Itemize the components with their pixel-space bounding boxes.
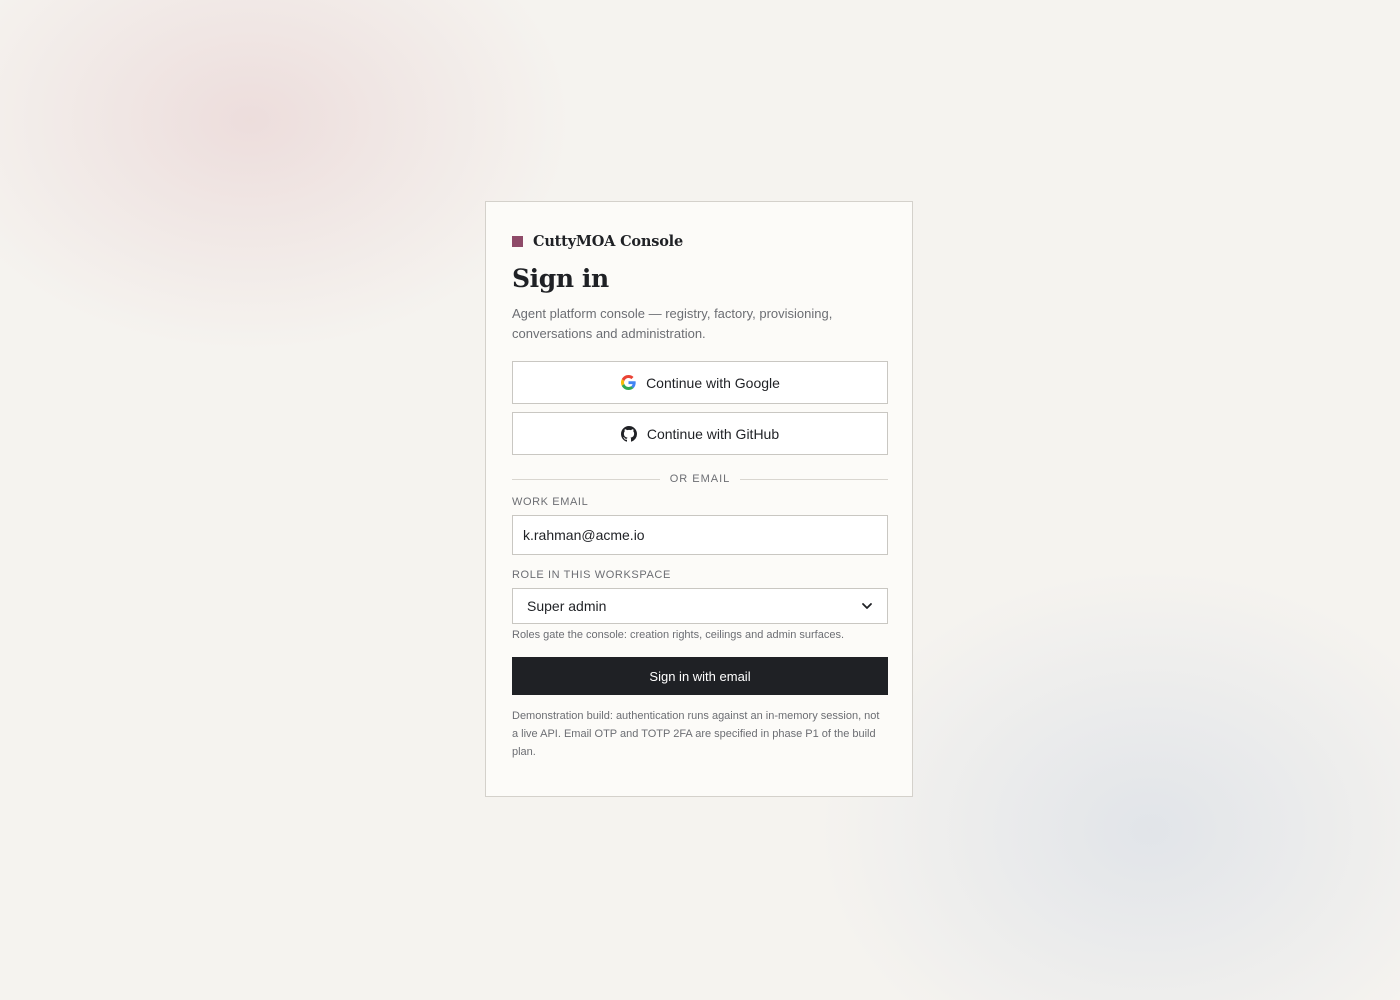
role-selected-value: Super admin <box>527 598 607 614</box>
continue-with-google-button[interactable]: Continue with Google <box>512 361 888 404</box>
brand-logo-mark <box>512 235 523 247</box>
divider-label: OR EMAIL <box>669 473 731 485</box>
continue-with-github-label: Continue with GitHub <box>646 425 780 442</box>
continue-with-google-label: Continue with Google <box>646 374 780 391</box>
sign-in-card: CuttyMOA Console Sign in Agent platform … <box>485 201 913 797</box>
google-icon <box>620 375 636 391</box>
chevron-down-icon <box>861 600 873 612</box>
sign-in-with-email-button[interactable]: Sign in with email <box>512 657 888 695</box>
or-email-divider: OR EMAIL <box>512 472 889 486</box>
demo-footnote: Demonstration build: authentication runs… <box>512 710 880 758</box>
work-email-label: WORK EMAIL <box>512 496 589 508</box>
brand: CuttyMOA Console <box>512 232 683 250</box>
page-subtitle: Agent platform console — registry, facto… <box>512 306 833 341</box>
divider-line-right <box>740 478 889 480</box>
role-select[interactable]: Super admin <box>512 588 888 624</box>
role-hint: Roles gate the console: creation rights,… <box>512 629 845 641</box>
github-icon <box>620 425 637 442</box>
brand-name: CuttyMOA Console <box>533 232 684 250</box>
continue-with-github-button[interactable]: Continue with GitHub <box>512 412 888 455</box>
work-email-field[interactable] <box>512 515 888 555</box>
divider-line-left <box>512 478 660 480</box>
page-title: Sign in <box>512 264 609 293</box>
role-label: ROLE IN THIS WORKSPACE <box>512 569 671 581</box>
